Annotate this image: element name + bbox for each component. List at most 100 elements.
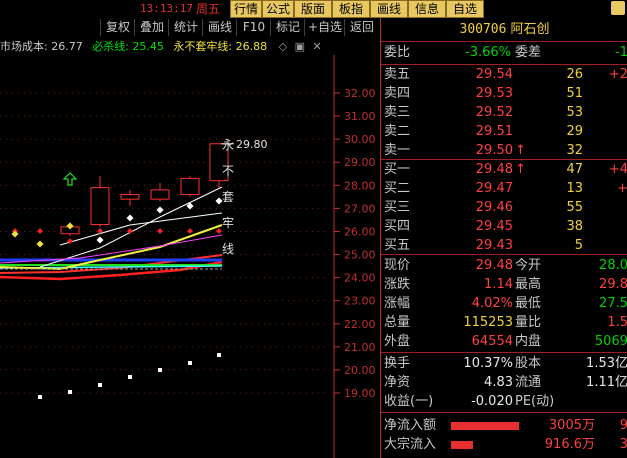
app-logo-icon (611, 1, 625, 15)
fundamental-value: 10.37% (463, 356, 513, 371)
fundamental-label-2: PE(动) (515, 394, 555, 409)
bid-row: 买五 29.43 5 (381, 237, 627, 255)
price-tick-label: 20.00 (344, 364, 376, 377)
white-diamond-marker (96, 236, 104, 244)
menu-layout-button[interactable]: 版面 (294, 0, 332, 18)
ask-row: 卖三 29.52 53 (381, 104, 627, 122)
volume-dot (68, 390, 72, 394)
bid-change: +4 (608, 162, 627, 177)
price-tick-label: 24.00 (344, 272, 376, 285)
red-diamond-marker (37, 228, 43, 234)
stat-label-2: 量比 (515, 315, 542, 330)
ask-label: 卖三 (384, 105, 411, 120)
price-tick-label: 22.00 (344, 318, 376, 331)
ask-price: 29.53 (475, 86, 513, 101)
bid-row: 买三 29.46 55 (381, 199, 627, 217)
chart-grid (0, 55, 340, 458)
f10-button[interactable]: F10 (236, 19, 271, 36)
menu-formula-button[interactable]: 公式 (262, 0, 294, 18)
price-tick-label: 28.00 (344, 179, 376, 192)
flow-label: 大宗流入 (384, 437, 437, 452)
bid-label: 买五 (384, 238, 411, 253)
overlay-button[interactable]: 叠加 (134, 19, 169, 36)
menu-draw-button[interactable]: 画线 (370, 0, 408, 18)
indicator-info-line: 市场成本: 26.77 必杀线: 25.45 永不套牢线: 26.88 ◇ ▣ … (0, 40, 322, 54)
weekday-label: 周五 (196, 2, 221, 16)
fundamental-row: 净资 4.83 流通 1.11亿 (381, 374, 627, 392)
stat-label: 外盘 (384, 334, 411, 349)
restore-rights-button[interactable]: 复权 (100, 19, 135, 36)
kline-chart[interactable]: 32.00 31.00 30.00 29.00 28.00 27.00 26.00 25.00… (0, 55, 380, 458)
bid-price: 29.43 (475, 238, 513, 253)
menu-info-button[interactable]: 信息 (408, 0, 446, 18)
fundamental-row: 换手 10.37% 股本 1.53亿 (381, 355, 627, 373)
bid-label: 买四 (384, 219, 411, 234)
stat-value-2: 27.5 (599, 296, 627, 311)
bid-volume: 38 (566, 219, 583, 234)
stat-value: 115253 (463, 315, 513, 330)
volume-dot (217, 353, 221, 357)
menu-watchlist-button[interactable]: 自选 (446, 0, 484, 18)
bid-price: 29.45 (475, 219, 513, 234)
statistics-button[interactable]: 统计 (168, 19, 203, 36)
buy-arrow-icon (62, 172, 78, 186)
stat-label-2: 今开 (515, 258, 542, 273)
ask-volume: 51 (566, 86, 583, 101)
window-toggle-icon[interactable]: ▣ (295, 40, 305, 53)
price-tick-label: 25.00 (344, 249, 376, 262)
price-tick-label: 23.00 (344, 295, 376, 308)
ask-volume: 32 (566, 143, 583, 158)
ask-price: 29.51 (475, 124, 513, 139)
candlesticks (60, 143, 229, 237)
bid-price: 29.48 (475, 162, 513, 177)
bid-row: 买一 29.48 47 +4 ↑ (381, 161, 627, 179)
annotation-char: 不 (222, 164, 234, 178)
back-button[interactable]: 返回 (344, 19, 379, 36)
quote-panel: 300706 阿石创 委比 -3.66% 委差 -1 卖五 29.54 26 +2 卖四 2… (380, 18, 627, 458)
stat-value: 64554 (471, 334, 513, 349)
never-trap-line-label: 永不套牢线: 26.88 (173, 40, 268, 53)
bid-volume: 47 (566, 162, 583, 177)
menu-quotes-button[interactable]: 行情 (230, 0, 262, 18)
price-tick-label: 19.00 (344, 387, 376, 400)
stat-value-2: 29.8 (599, 277, 627, 292)
ask-price: 29.54 (475, 67, 513, 82)
draw-line-button[interactable]: 画线 (202, 19, 237, 36)
white-diamond-marker (156, 206, 164, 214)
price-tick-label: 29.00 (344, 156, 376, 169)
stat-value-2: 1.5 (607, 315, 627, 330)
red-diamond-marker (216, 228, 222, 234)
add-watchlist-button[interactable]: +自选 (304, 19, 345, 36)
chart-toolbar: 复权 叠加 统计 画线 F10 标记 +自选 返回 (0, 18, 380, 37)
stat-label-2: 内盘 (515, 334, 542, 349)
bid-volume: 55 (566, 200, 583, 215)
stat-label-2: 最低 (515, 296, 542, 311)
yellow-diamond-marker (36, 240, 44, 248)
stat-label: 涨幅 (384, 296, 411, 311)
annotation-char: 套 (222, 190, 234, 204)
fundamental-value-2: 1.53亿 (586, 356, 627, 371)
stat-row: 总量 115253 量比 1.5 (381, 314, 627, 332)
fundamental-label: 换手 (384, 356, 411, 371)
bid-label: 买二 (384, 181, 411, 196)
up-arrow-icon: ↑ (515, 143, 526, 158)
up-arrow-icon: ↑ (515, 162, 526, 177)
market-cost-label: 市场成本: 26.77 (0, 40, 83, 53)
bid-label: 买三 (384, 200, 411, 215)
stat-label: 涨跌 (384, 277, 411, 292)
price-axis: 32.00 31.00 30.00 29.00 28.00 27.00 26.00 25.00… (344, 87, 376, 400)
settings-diamond-icon[interactable]: ◇ (279, 40, 287, 53)
mark-button[interactable]: 标记 (270, 19, 305, 36)
price-tick-label: 30.00 (344, 133, 376, 146)
clock-time: 13:13:17 (140, 2, 193, 15)
menu-board-index-button[interactable]: 板指 (332, 0, 370, 18)
fund-flow-row: 大宗流入 916.6万 3 (381, 436, 627, 454)
stat-label: 现价 (384, 258, 411, 273)
flow-bar (451, 422, 519, 430)
stat-value-2: 5069 (594, 334, 627, 349)
bid-row: 买四 29.45 38 (381, 218, 627, 236)
volume-dot (188, 361, 192, 365)
stock-code: 300706 (459, 22, 507, 37)
bid-change: + (617, 181, 627, 196)
close-icon[interactable]: ✕ (312, 40, 321, 53)
